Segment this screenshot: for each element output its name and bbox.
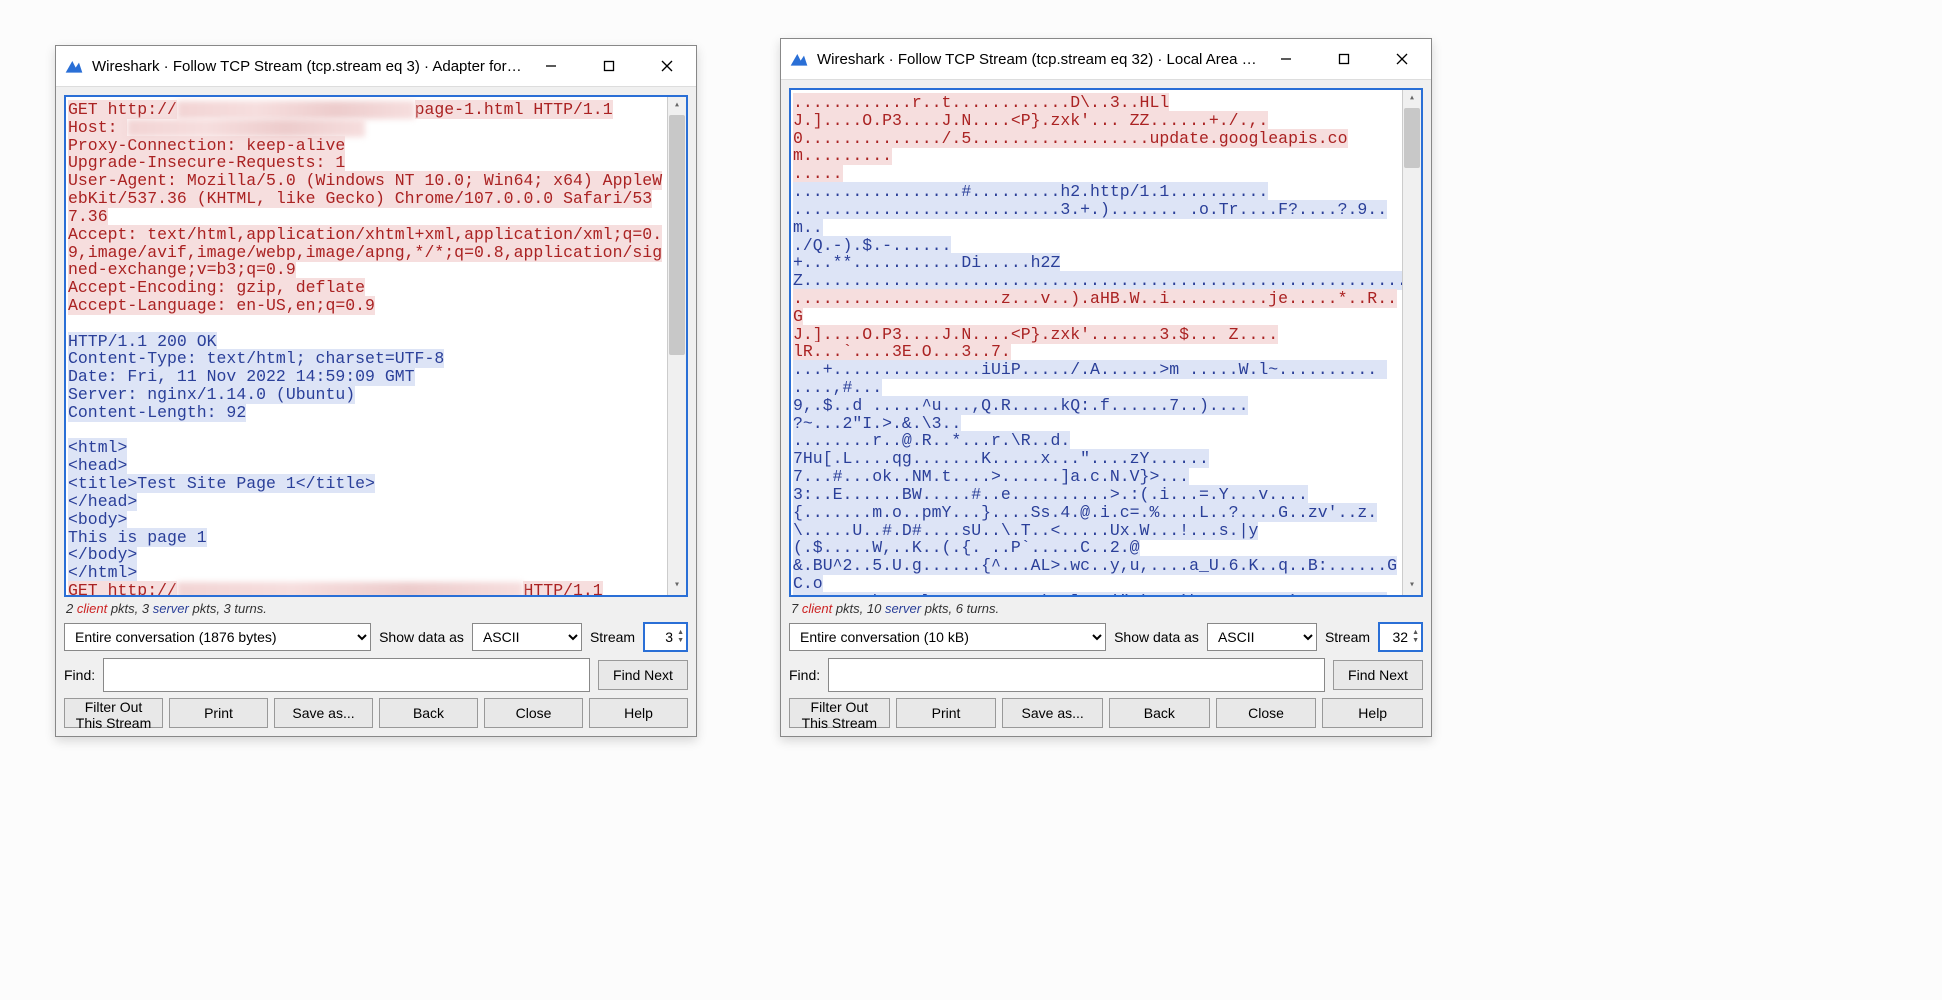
scroll-down-icon[interactable]: ▾ — [668, 577, 686, 595]
close-button[interactable]: Close — [1216, 698, 1317, 728]
wireshark-icon — [64, 56, 84, 76]
summary-part: client — [77, 601, 107, 616]
spin-up-icon[interactable]: ▲ — [677, 629, 684, 637]
print-button[interactable]: Print — [169, 698, 268, 728]
server-bytes: ...+...............iUiP...../.A......>m … — [793, 360, 1397, 595]
window-title: Wireshark · Follow TCP Stream (tcp.strea… — [92, 58, 522, 75]
summary-part: pkts, 10 — [832, 601, 885, 616]
vertical-scrollbar[interactable]: ▴▾ — [667, 97, 686, 595]
client-bytes: .....................z...v..).aHB.W..i..… — [793, 289, 1397, 361]
filter-out-this-stream-button[interactable]: Filter Out This Stream — [789, 698, 890, 728]
maximize-button[interactable] — [1315, 39, 1373, 79]
filter-out-this-stream-button[interactable]: Filter Out This Stream — [64, 698, 163, 728]
wireshark-follow-stream-window: Wireshark · Follow TCP Stream (tcp.strea… — [55, 45, 697, 737]
client-bytes: ............r..t............D\..3..HLl J… — [793, 93, 1348, 183]
stream-label: Stream — [1325, 629, 1370, 645]
stream-number-spinner[interactable]: 3 ▲▼ — [643, 622, 688, 652]
action-buttons-row: Filter Out This StreamPrintSave as...Bac… — [789, 698, 1423, 728]
summary-part: 7 — [791, 601, 802, 616]
summary-part: server — [885, 601, 921, 616]
client-bytes — [177, 101, 415, 119]
find-next-button[interactable]: Find Next — [598, 660, 688, 690]
maximize-button[interactable] — [580, 46, 638, 86]
find-input[interactable] — [828, 658, 1325, 692]
summary-part: server — [153, 601, 189, 616]
scroll-thumb[interactable] — [669, 115, 685, 355]
titlebar[interactable]: Wireshark · Follow TCP Stream (tcp.strea… — [56, 46, 696, 87]
print-button[interactable]: Print — [896, 698, 997, 728]
close-button[interactable] — [1373, 39, 1431, 79]
stream-number-value: 32 — [1388, 629, 1408, 645]
find-row: Find: Find Next — [64, 658, 688, 692]
client-bytes — [127, 119, 365, 137]
summary-part: 2 — [66, 601, 77, 616]
show-data-as-label: Show data as — [1114, 629, 1199, 645]
show-data-as-label: Show data as — [379, 629, 464, 645]
client-bytes: Proxy-Connection: keep-alive Upgrade-Ins… — [68, 136, 662, 315]
find-next-button[interactable]: Find Next — [1333, 660, 1423, 690]
help-button[interactable]: Help — [589, 698, 688, 728]
window-controls — [1257, 39, 1431, 79]
spin-down-icon[interactable]: ▼ — [677, 637, 684, 645]
minimize-button[interactable] — [522, 46, 580, 86]
scroll-up-icon[interactable]: ▴ — [668, 97, 686, 115]
show-data-as-select[interactable]: ASCII — [472, 623, 582, 651]
save-as-button[interactable]: Save as... — [274, 698, 373, 728]
close-button[interactable] — [638, 46, 696, 86]
packet-summary: 2 client pkts, 3 server pkts, 3 turns. — [64, 597, 688, 622]
stream-content: GET http:// page-1.html HTTP/1.1 Host: P… — [66, 97, 668, 595]
summary-part: client — [802, 601, 832, 616]
summary-part: pkts, 6 turns. — [921, 601, 999, 616]
server-bytes: .................#.........h2.http/1.1..… — [793, 182, 1403, 290]
summary-part: pkts, 3 — [107, 601, 153, 616]
spin-up-icon[interactable]: ▲ — [1412, 629, 1419, 637]
titlebar[interactable]: Wireshark · Follow TCP Stream (tcp.strea… — [781, 39, 1431, 80]
action-buttons-row: Filter Out This StreamPrintSave as...Bac… — [64, 698, 688, 728]
stream-textbox[interactable]: GET http:// page-1.html HTTP/1.1 Host: P… — [64, 95, 688, 597]
client-bytes: GET http:// — [68, 581, 177, 595]
find-row: Find: Find Next — [789, 658, 1423, 692]
show-data-as-select[interactable]: ASCII — [1207, 623, 1317, 651]
server-bytes: HTTP/1.1 200 OK Content-Type: text/html;… — [68, 332, 444, 583]
minimize-button[interactable] — [1257, 39, 1315, 79]
conversation-select[interactable]: Entire conversation (10 kB) — [789, 623, 1106, 651]
find-input[interactable] — [103, 658, 590, 692]
help-button[interactable]: Help — [1322, 698, 1423, 728]
client-bytes — [177, 582, 524, 595]
options-row: Entire conversation (1876 bytes) Show dat… — [64, 622, 688, 652]
scroll-thumb[interactable] — [1404, 108, 1420, 168]
spin-down-icon[interactable]: ▼ — [1412, 637, 1419, 645]
stream-number-spinner[interactable]: 32 ▲▼ — [1378, 622, 1423, 652]
stream-label: Stream — [590, 629, 635, 645]
window-controls — [522, 46, 696, 86]
save-as-button[interactable]: Save as... — [1002, 698, 1103, 728]
find-label: Find: — [64, 667, 95, 683]
stream-content: ............r..t............D\..3..HLl J… — [791, 90, 1403, 595]
scroll-up-icon[interactable]: ▴ — [1403, 90, 1421, 108]
content-area: ............r..t............D\..3..HLl J… — [781, 80, 1431, 736]
wireshark-icon — [789, 49, 809, 69]
close-button[interactable]: Close — [484, 698, 583, 728]
stream-number-value: 3 — [653, 629, 673, 645]
window-title: Wireshark · Follow TCP Stream (tcp.strea… — [817, 51, 1257, 68]
client-bytes: GET http:// — [68, 100, 177, 119]
wireshark-follow-stream-window: Wireshark · Follow TCP Stream (tcp.strea… — [780, 38, 1432, 737]
back-button[interactable]: Back — [379, 698, 478, 728]
options-row: Entire conversation (10 kB) Show data as A… — [789, 622, 1423, 652]
packet-summary: 7 client pkts, 10 server pkts, 6 turns. — [789, 597, 1423, 622]
vertical-scrollbar[interactable]: ▴▾ — [1402, 90, 1421, 595]
find-label: Find: — [789, 667, 820, 683]
conversation-select[interactable]: Entire conversation (1876 bytes) — [64, 623, 371, 651]
scroll-down-icon[interactable]: ▾ — [1403, 577, 1421, 595]
stream-textbox[interactable]: ............r..t............D\..3..HLl J… — [789, 88, 1423, 597]
back-button[interactable]: Back — [1109, 698, 1210, 728]
summary-part: pkts, 3 turns. — [189, 601, 267, 616]
content-area: GET http:// page-1.html HTTP/1.1 Host: P… — [56, 87, 696, 736]
